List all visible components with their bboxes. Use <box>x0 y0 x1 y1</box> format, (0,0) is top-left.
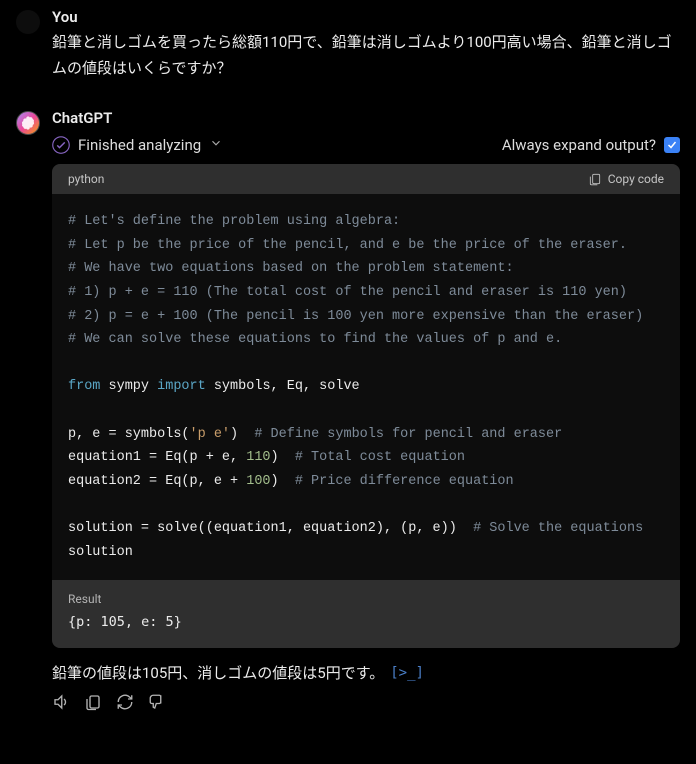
clipboard-icon <box>84 693 102 711</box>
user-body: You 鉛筆と消しゴムを買ったら総額110円で、鉛筆は消しゴムより100円高い場… <box>52 8 680 81</box>
user-author: You <box>52 8 680 26</box>
thumbs-down-button[interactable] <box>148 693 166 711</box>
expand-checkbox[interactable] <box>664 137 680 153</box>
copy-code-label: Copy code <box>608 172 664 186</box>
code-body[interactable]: # Let's define the problem using algebra… <box>52 194 680 580</box>
user-text: 鉛筆と消しゴムを買ったら総額110円で、鉛筆は消しゴムより100円高い場合、鉛筆… <box>52 30 680 81</box>
code-reference-link[interactable]: [>_] <box>390 665 424 681</box>
answer-text: 鉛筆の値段は105円、消しゴムの値段は5円です。 <box>52 662 384 683</box>
chevron-down-icon <box>209 135 223 154</box>
expand-label: Always expand output? <box>502 136 656 154</box>
assistant-avatar <box>16 111 40 135</box>
user-avatar <box>16 10 40 34</box>
result-value: {p: 105, e: 5} <box>68 614 664 630</box>
message-actions <box>52 693 680 711</box>
openai-logo-icon <box>20 115 36 131</box>
analysis-status-row: Finished analyzing Always expand output? <box>52 135 680 154</box>
clipboard-icon <box>588 172 602 186</box>
code-lang-label: python <box>68 172 104 186</box>
assistant-body: ChatGPT Finished analyzing Always expand… <box>52 109 680 711</box>
speaker-icon <box>52 693 70 711</box>
answer-line: 鉛筆の値段は105円、消しゴムの値段は5円です。 [>_] <box>52 662 680 683</box>
regenerate-button[interactable] <box>116 693 134 711</box>
user-message: You 鉛筆と消しゴムを買ったら総額110円で、鉛筆は消しゴムより100円高い場… <box>16 8 680 81</box>
assistant-author: ChatGPT <box>52 109 680 127</box>
expand-output-toggle[interactable]: Always expand output? <box>502 136 680 154</box>
assistant-message: ChatGPT Finished analyzing Always expand… <box>16 109 680 711</box>
check-circle-icon <box>52 136 70 154</box>
code-block: python Copy code # Let's define the prob… <box>52 164 680 648</box>
read-aloud-button[interactable] <box>52 693 70 711</box>
code-header: python Copy code <box>52 164 680 194</box>
copy-code-button[interactable]: Copy code <box>588 172 664 186</box>
refresh-icon <box>116 693 134 711</box>
copy-button[interactable] <box>84 693 102 711</box>
status-label: Finished analyzing <box>78 136 201 154</box>
analysis-status-toggle[interactable]: Finished analyzing <box>52 135 223 154</box>
thumbs-down-icon <box>148 693 166 711</box>
result-label: Result <box>68 592 664 606</box>
result-block: Result {p: 105, e: 5} <box>52 580 680 648</box>
